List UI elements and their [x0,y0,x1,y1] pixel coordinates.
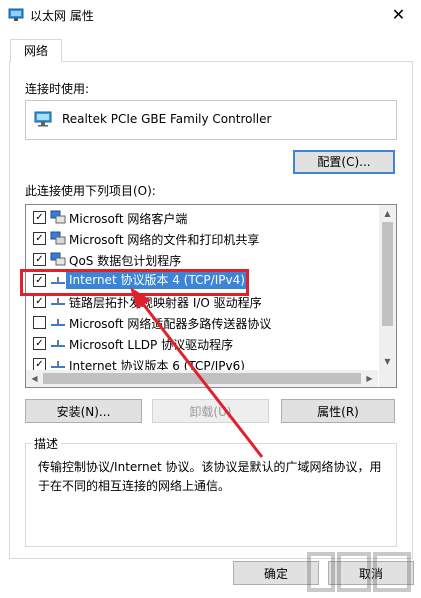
network-adapter-icon [8,8,24,21]
list-item[interactable]: ✓ Microsoft 网络的文件和打印机共享 [26,228,378,249]
checkbox[interactable]: ✓ [33,253,46,266]
watermark-logo-icon [307,552,411,592]
list-item-label: Microsoft LLDP 协议驱动程序 [69,338,234,352]
network-client-icon [50,210,66,224]
scroll-thumb[interactable] [43,373,361,384]
title-bar: 以太网 属性 ✕ [0,0,421,30]
scroll-left-arrow-icon[interactable]: ◀ [26,370,43,387]
tab-network[interactable]: 网络 [10,39,62,62]
file-printer-sharing-icon [50,231,66,245]
list-item-label: Microsoft 网络客户端 [69,212,188,226]
scroll-right-arrow-icon[interactable]: ▶ [361,370,378,387]
protocol-icon [51,319,65,326]
scroll-up-arrow-icon[interactable]: ▲ [379,205,396,222]
items-label: 此连接使用下列项目(O): [25,184,156,198]
checkbox[interactable] [33,316,46,329]
properties-button[interactable]: 属性(R) [281,399,395,423]
list-item[interactable]: ✓ Microsoft 网络客户端 [26,207,378,228]
scroll-thumb[interactable] [382,222,393,326]
horizontal-scrollbar[interactable]: ◀ ▶ [26,370,378,387]
list-item[interactable]: ✓ QoS 数据包计划程序 [26,249,378,270]
protocol-icon [51,340,65,347]
adapter-name: Realtek PCIe GBE Family Controller [62,112,272,126]
scroll-corner [379,370,396,387]
description-text: 传输控制协议/Internet 协议。该协议是默认的广域网络协议，用于在不同的相… [38,460,382,493]
configure-button[interactable]: 配置(C)... [293,150,395,174]
list-item-label: Microsoft 网络的文件和打印机共享 [69,233,260,247]
install-button[interactable]: 安装(N)... [25,399,142,423]
checkbox[interactable]: ✓ [33,232,46,245]
adapter-box: Realtek PCIe GBE Family Controller [25,100,397,140]
uninstall-button[interactable]: 卸载(U) [152,399,269,423]
window-title: 以太网 属性 [30,9,94,23]
qos-scheduler-icon [50,252,66,266]
highlight-box [20,269,249,296]
connect-using-label: 连接时使用: [25,82,90,96]
network-card-icon [34,111,52,127]
list-item-label: QoS 数据包计划程序 [69,254,182,268]
close-icon[interactable]: ✕ [376,0,421,30]
description-title: 描述 [31,435,62,452]
list-item[interactable]: ✓ Microsoft LLDP 协议驱动程序 [26,333,378,354]
components-list[interactable]: ✓ Microsoft 网络客户端 ✓ Microsoft 网络的文件和打印机共… [25,204,397,388]
checkbox[interactable]: ✓ [33,211,46,224]
tab-strip: 网络 [0,30,421,62]
checkbox[interactable]: ✓ [33,295,46,308]
checkbox[interactable]: ✓ [33,337,46,350]
scroll-down-arrow-icon[interactable]: ▼ [379,353,396,370]
list-item-label: Microsoft 网络适配器多路传送器协议 [69,317,272,331]
vertical-scrollbar[interactable]: ▲ ▼ [379,205,396,370]
list-item[interactable]: Microsoft 网络适配器多路传送器协议 [26,312,378,333]
list-item-label: 链路层拓扑发现映射器 I/O 驱动程序 [69,296,262,310]
protocol-icon [51,298,65,305]
